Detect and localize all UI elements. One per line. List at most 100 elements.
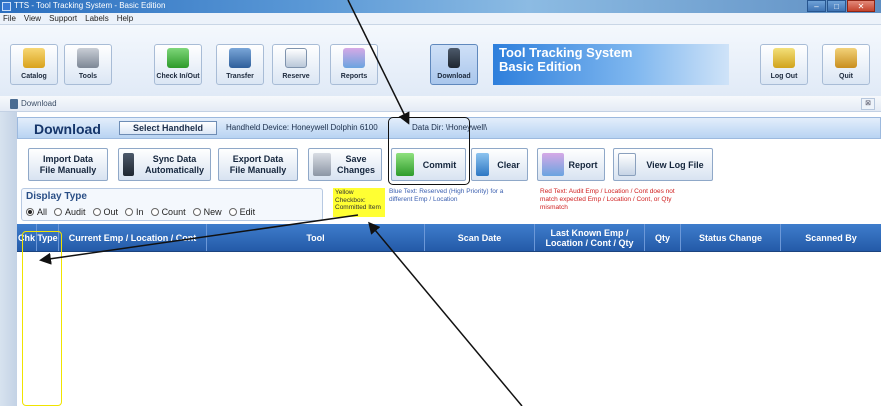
export-label-1: Export Data <box>232 154 284 164</box>
report-icon <box>542 153 564 176</box>
quit-label: Quit <box>839 73 853 80</box>
radio-in[interactable]: In <box>125 207 144 217</box>
minimize-button[interactable]: – <box>807 0 826 12</box>
radio-indicator <box>125 208 134 216</box>
select-handheld-button[interactable]: Select Handheld <box>119 121 217 135</box>
radio-audit[interactable]: Audit <box>54 207 86 217</box>
window-title: TTS - Tool Tracking System - Basic Editi… <box>14 1 166 10</box>
radio-out[interactable]: Out <box>92 207 119 217</box>
trash-can-icon <box>476 153 489 176</box>
save-changes-button[interactable]: Save Changes <box>308 148 382 181</box>
tools-label: Tools <box>78 73 98 80</box>
maximize-button[interactable]: □ <box>827 0 846 12</box>
catalog-button[interactable]: Catalog <box>10 44 58 85</box>
doc-close-button[interactable]: ⊠ <box>861 98 875 110</box>
handheld-device-icon <box>448 48 460 68</box>
view-log-file-button[interactable]: View Log File <box>613 148 713 181</box>
banner-title: Tool Tracking System <box>499 45 633 60</box>
col-qty[interactable]: Qty <box>645 224 681 251</box>
main-toolbar: Catalog Tools Check In/Out Transfer Rese… <box>0 25 881 102</box>
menu-file[interactable]: File <box>3 13 16 24</box>
col-status-change[interactable]: Status Change <box>681 224 781 251</box>
radio-indicator <box>54 208 63 216</box>
legend-red-text: Red Text: Audit Emp / Location / Cont do… <box>540 188 675 211</box>
close-button[interactable]: ✕ <box>847 0 875 12</box>
report-button[interactable]: Report <box>537 148 605 181</box>
log-out-icon <box>773 48 795 68</box>
radio-edit[interactable]: Edit <box>228 207 255 217</box>
exchange-arrows-icon <box>167 48 189 68</box>
check-in-out-button[interactable]: Check In/Out <box>154 44 202 85</box>
import-data-button[interactable]: Import Data File Manually <box>28 148 108 181</box>
radio-new[interactable]: New <box>192 207 222 217</box>
display-type-label: Display Type <box>26 191 87 202</box>
reserve-label: Reserve <box>282 73 310 80</box>
radio-all-label: All <box>37 207 48 217</box>
radio-selected-indicator <box>26 208 34 216</box>
download-doc-tab: Download ⊠ <box>0 96 881 112</box>
import-label-2: File Manually <box>39 165 97 175</box>
radio-in-label: In <box>136 207 144 217</box>
sync-label-2: Automatically <box>144 165 204 175</box>
clock-icon <box>285 48 307 68</box>
mdi-left-strip <box>0 96 17 406</box>
checkbox-column-highlight <box>22 231 62 406</box>
reserve-button[interactable]: Reserve <box>272 44 320 85</box>
col-current-emp[interactable]: Current Emp / Location / Cont <box>59 224 207 251</box>
col-scanned-by[interactable]: Scanned By <box>781 224 881 251</box>
reports-label: Reports <box>340 73 368 80</box>
radio-indicator <box>192 208 201 216</box>
doc-tab-label: Download <box>21 99 57 108</box>
download-button[interactable]: Download <box>430 44 478 85</box>
reports-icon <box>343 48 365 68</box>
radio-indicator <box>92 208 101 216</box>
log-file-icon <box>618 153 636 176</box>
radio-count[interactable]: Count <box>150 207 186 217</box>
sync-data-button[interactable]: Sync Data Automatically <box>118 148 211 181</box>
export-data-button[interactable]: Export Data File Manually <box>218 148 298 181</box>
quit-button[interactable]: Quit <box>822 44 870 85</box>
radio-all[interactable]: All <box>26 207 47 217</box>
reports-button[interactable]: Reports <box>330 44 378 85</box>
col-last-known[interactable]: Last Known Emp / Location / Cont / Qty <box>535 224 645 251</box>
handheld-sync-icon <box>123 153 134 176</box>
radio-new-label: New <box>203 207 222 217</box>
log-out-button[interactable]: Log Out <box>760 44 808 85</box>
tools-button[interactable]: Tools <box>64 44 112 85</box>
save-label-2: Changes <box>336 165 375 175</box>
handheld-tab-icon <box>10 99 18 109</box>
truck-icon <box>229 48 251 68</box>
menu-labels[interactable]: Labels <box>85 13 109 24</box>
grid-body[interactable] <box>17 252 881 406</box>
commit-highlight-box <box>388 117 470 185</box>
save-icon <box>313 153 331 176</box>
import-label-1: Import Data <box>42 154 93 164</box>
transfer-button[interactable]: Transfer <box>216 44 264 85</box>
menu-support[interactable]: Support <box>49 13 77 24</box>
sync-label-1: Sync Data <box>152 154 197 164</box>
title-bar: TTS - Tool Tracking System - Basic Editi… <box>0 0 881 13</box>
radio-audit-label: Audit <box>65 207 86 217</box>
menu-bar: File View Support Labels Help <box>0 13 881 25</box>
download-title: Download <box>34 121 101 137</box>
clear-button[interactable]: Clear <box>471 148 528 181</box>
check-in-out-label: Check In/Out <box>156 73 200 80</box>
wrench-icon <box>77 48 99 68</box>
legend-yellow-checkbox: Yellow Checkbox: Committed Item <box>333 188 385 217</box>
display-type-group: Display Type All Audit Out In Count New … <box>21 188 323 221</box>
report-label: Report <box>568 160 598 170</box>
radio-out-label: Out <box>103 207 119 217</box>
col-scan-date[interactable]: Scan Date <box>425 224 535 251</box>
handheld-device-text: Handheld Device: Honeywell Dolphin 6100 <box>226 123 378 132</box>
window-controls: – □ ✕ <box>807 0 875 12</box>
menu-help[interactable]: Help <box>117 13 133 24</box>
app-banner: Tool Tracking System Basic Edition <box>493 44 729 85</box>
legend-blue-text: Blue Text: Reserved (High Priority) for … <box>389 188 504 203</box>
menu-view[interactable]: View <box>24 13 41 24</box>
col-tool[interactable]: Tool <box>207 224 425 251</box>
catalog-label: Catalog <box>21 73 47 80</box>
radio-count-label: Count <box>161 207 186 217</box>
save-label-1: Save <box>345 154 367 164</box>
grid-header: Chk Type Current Emp / Location / Cont T… <box>17 224 881 252</box>
exit-door-icon <box>835 48 857 68</box>
